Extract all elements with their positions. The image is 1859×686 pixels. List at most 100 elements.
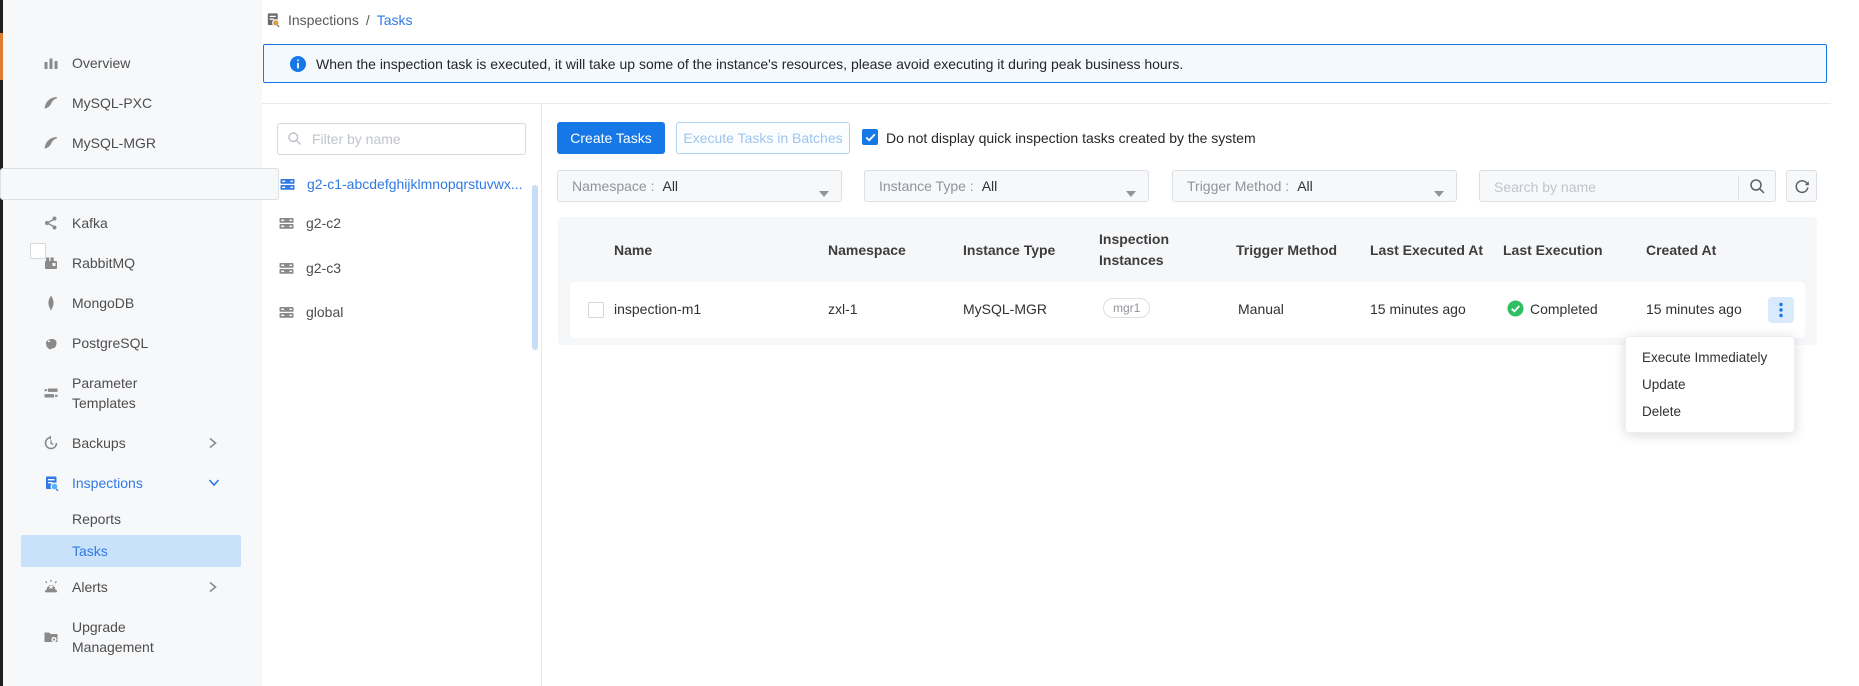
sidebar-item-mysql-mgr[interactable]: MySQL-MGR — [3, 123, 262, 163]
namespace-select-value: All — [662, 178, 678, 194]
column-header-instance-type: Instance Type — [963, 242, 1055, 258]
cluster-item-g2-c1[interactable]: g2-c1-abcdefghijklmnopqrstuvwx... — [0, 168, 279, 200]
column-header-name: Name — [614, 242, 652, 258]
sidebar-item-label: Alerts — [72, 577, 204, 597]
breadcrumb: Inspections / Tasks — [265, 6, 413, 34]
sidebar-item-label: MySQL-MGR — [72, 133, 204, 153]
create-tasks-button[interactable]: Create Tasks — [557, 122, 665, 154]
cluster-server-icon — [278, 215, 295, 232]
instance-type-select[interactable]: Instance Type : All — [864, 170, 1149, 202]
scrollbar-thumb[interactable] — [532, 185, 538, 350]
cluster-item-g2-c3[interactable]: g2-c3 — [0, 256, 279, 280]
menu-item-execute-immediately[interactable]: Execute Immediately — [1626, 344, 1794, 371]
breadcrumb-separator: / — [366, 12, 370, 28]
sidebar-item-tasks[interactable]: Tasks — [21, 535, 241, 567]
row-trigger-method: Manual — [1238, 301, 1284, 317]
sidebar-item-label: Backups — [72, 433, 204, 453]
sidebar: Overview MySQL-PXC MySQL-MGR Redis Kafka — [3, 0, 262, 686]
info-icon — [290, 56, 306, 72]
namespace-select[interactable]: Namespace : All — [557, 170, 842, 202]
execute-tasks-batches-button[interactable]: Execute Tasks in Batches — [676, 122, 850, 154]
cluster-server-icon — [279, 176, 296, 193]
breadcrumb-current[interactable]: Tasks — [377, 12, 413, 28]
trigger-method-select-label: Trigger Method : — [1187, 178, 1289, 194]
mysql-dolphin-icon — [42, 134, 60, 152]
select-all-checkbox[interactable] — [30, 243, 46, 259]
sidebar-item-overview[interactable]: Overview — [3, 43, 262, 83]
cluster-server-icon — [278, 304, 295, 321]
postgresql-icon — [42, 334, 60, 352]
breadcrumb-section: Inspections — [288, 12, 359, 28]
caret-down-icon — [1434, 184, 1444, 200]
sidebar-item-parameter-templates[interactable]: Parameter Templates — [3, 363, 262, 423]
sidebar-item-label: Parameter Templates — [72, 373, 204, 413]
inspections-doc-search-icon — [265, 12, 281, 28]
row-instance-type: MySQL-MGR — [963, 301, 1047, 317]
parameter-sliders-icon — [42, 384, 60, 402]
inspection-tasks-page: Overview MySQL-PXC MySQL-MGR Redis Kafka — [0, 0, 1859, 686]
upgrade-folder-gear-icon — [42, 628, 60, 646]
column-header-namespace: Namespace — [828, 242, 906, 258]
search-box — [1479, 170, 1776, 202]
refresh-button[interactable] — [1786, 170, 1817, 202]
caret-down-icon — [819, 184, 829, 200]
row-checkbox[interactable] — [588, 302, 604, 318]
sidebar-item-mysql-pxc[interactable]: MySQL-PXC — [3, 83, 262, 123]
search-input[interactable] — [1492, 172, 1736, 202]
instance-type-select-label: Instance Type : — [879, 178, 974, 194]
chevron-right-icon — [208, 437, 220, 449]
row-actions-menu: Execute Immediately Update Delete — [1625, 336, 1795, 433]
sidebar-item-reports[interactable]: Reports — [3, 503, 262, 535]
sidebar-item-label: MySQL-PXC — [72, 93, 204, 113]
cluster-item-label: global — [306, 304, 343, 320]
hide-quick-tasks-label: Do not display quick inspection tasks cr… — [886, 130, 1256, 146]
sidebar-item-inspections[interactable]: Inspections — [3, 463, 262, 503]
cluster-item-label: g2-c2 — [306, 215, 341, 231]
cluster-filter-box — [277, 123, 526, 155]
sidebar-item-upgrade-management[interactable]: Upgrade Management — [3, 607, 262, 667]
panel-top-border — [262, 103, 1831, 104]
check-circle-icon — [1507, 300, 1524, 317]
column-header-last-execution: Last Execution — [1503, 242, 1603, 258]
trigger-method-select-value: All — [1297, 178, 1313, 194]
info-banner-text: When the inspection task is executed, it… — [316, 56, 1183, 72]
cluster-item-g2-c2[interactable]: g2-c2 — [0, 211, 279, 235]
task-name-link[interactable]: inspection-m1 — [614, 301, 701, 317]
menu-item-update[interactable]: Update — [1626, 371, 1794, 398]
cluster-panel-divider — [541, 104, 542, 686]
instance-tag: mgr1 — [1103, 298, 1150, 318]
hide-quick-tasks-checkbox[interactable] — [862, 129, 878, 145]
search-icon — [287, 131, 302, 146]
sidebar-item-label: Tasks — [72, 543, 108, 559]
cluster-server-icon — [278, 260, 295, 277]
backups-restore-icon — [42, 434, 60, 452]
cluster-item-label: g2-c3 — [306, 260, 341, 276]
row-actions-button[interactable] — [1768, 297, 1794, 323]
sidebar-item-label: PostgreSQL — [72, 333, 204, 353]
status-text: Completed — [1530, 301, 1598, 317]
cluster-item-label: g2-c1-abcdefghijklmnopqrstuvwx... — [307, 176, 523, 192]
cluster-item-global[interactable]: global — [0, 300, 279, 324]
search-icon[interactable] — [1749, 178, 1766, 195]
row-namespace: zxl-1 — [828, 301, 858, 317]
sidebar-item-label: Overview — [72, 53, 204, 73]
menu-item-delete[interactable]: Delete — [1626, 398, 1794, 425]
namespace-select-label: Namespace : — [572, 178, 654, 194]
column-header-inspection-instances: Inspection Instances — [1099, 229, 1191, 271]
inspections-doc-search-icon — [42, 474, 60, 492]
row-created-at: 15 minutes ago — [1646, 301, 1742, 317]
column-header-last-executed-at: Last Executed At — [1370, 242, 1483, 258]
sidebar-item-backups[interactable]: Backups — [3, 423, 262, 463]
cluster-filter-input[interactable] — [310, 124, 519, 154]
trigger-method-select[interactable]: Trigger Method : All — [1172, 170, 1457, 202]
search-divider — [1738, 175, 1739, 199]
sidebar-item-label: Inspections — [72, 473, 204, 493]
kebab-menu-icon — [1779, 302, 1783, 318]
table-row: inspection-m1 zxl-1 MySQL-MGR mgr1 Manua… — [570, 282, 1805, 338]
sidebar-item-alerts[interactable]: Alerts — [3, 567, 262, 607]
alerts-siren-icon — [42, 578, 60, 596]
sidebar-item-postgresql[interactable]: PostgreSQL — [3, 323, 262, 363]
column-header-trigger-method: Trigger Method — [1236, 242, 1337, 258]
column-header-created-at: Created At — [1646, 242, 1716, 258]
instance-type-select-value: All — [982, 178, 998, 194]
